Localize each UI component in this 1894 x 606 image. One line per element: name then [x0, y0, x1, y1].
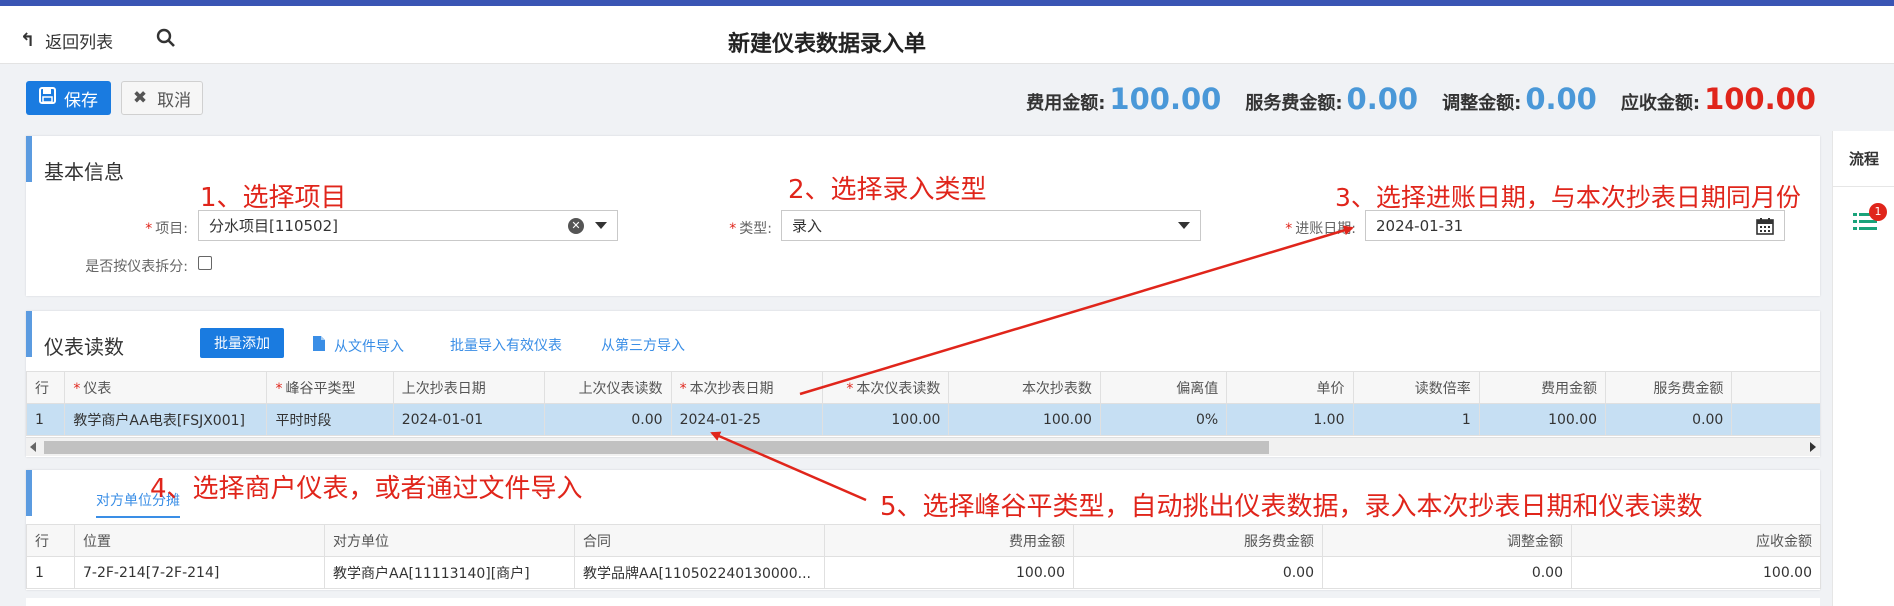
batch-import-valid-meters-link[interactable]: 批量导入有效仪表	[450, 335, 562, 355]
close-icon: ✖	[132, 88, 148, 108]
total-adjustment: 调整金额: 0.00	[1442, 82, 1597, 116]
notification-badge: 1	[1869, 203, 1887, 221]
allocation-table: 行 位置 对方单位 合同 费用金额 服务费金额 调整金额 应收金额 1 7-2F…	[26, 524, 1821, 589]
col-contract: 合同	[574, 524, 825, 557]
annotation-5: 5、选择峰谷平类型，自动挑出仪表数据，录入本次抄表日期和仪表读数	[880, 492, 1703, 522]
table-row[interactable]: 1 7-2F-214[7-2F-214] 教学商户AA[11113140][商户…	[26, 556, 1821, 589]
scrollbar-thumb[interactable]	[44, 441, 1269, 454]
posting-date-input[interactable]: 2024-01-31	[1365, 210, 1785, 241]
allocation-table-header: 行 位置 对方单位 合同 费用金额 服务费金额 调整金额 应收金额	[26, 524, 1821, 557]
right-sidebar: 流程 1	[1832, 131, 1894, 606]
annotation-4: 4、选择商户仪表，或者通过文件导入	[150, 474, 583, 504]
panel-accent-bar	[26, 136, 32, 182]
import-from-file-link[interactable]: 从文件导入	[312, 335, 404, 356]
project-select[interactable]: 分水项目[110502] ✕	[198, 210, 618, 241]
col-service-fee: 服务费金额	[1073, 524, 1323, 557]
meter-readings-title: 仪表读数	[44, 335, 124, 359]
import-third-party-link[interactable]: 从第三方导入	[601, 335, 685, 355]
col-service-fee: 服务费金额	[1605, 371, 1733, 404]
col-fee-amount: 费用金额	[1478, 371, 1607, 404]
cancel-label: 取消	[157, 90, 192, 111]
total-fee: 费用金额: 100.00	[1026, 82, 1222, 116]
panel-accent-bar	[26, 470, 32, 516]
file-icon	[312, 335, 326, 356]
col-current-reading: * 本次仪表读数	[822, 371, 950, 404]
chevron-down-icon[interactable]	[595, 222, 607, 229]
save-button[interactable]: 保存	[26, 81, 111, 115]
split-by-meter-label: 是否按仪表拆分:	[85, 259, 188, 275]
scroll-right-icon[interactable]	[1810, 442, 1816, 452]
split-by-meter-checkbox[interactable]	[198, 256, 212, 270]
calendar-icon[interactable]	[1756, 217, 1774, 239]
top-bar: ↰ 返回列表 新建仪表数据录入单	[0, 6, 1894, 64]
annotation-1: 1、选择项目	[200, 183, 347, 213]
meter-table-header: 行 * 仪表 * 峰谷平类型 上次抄表日期 上次仪表读数 * 本次抄表日期 * 本次仪表…	[26, 371, 1820, 404]
save-icon	[39, 87, 56, 109]
annotation-2: 2、选择录入类型	[788, 175, 987, 205]
save-label: 保存	[64, 90, 98, 111]
col-counterparty: 对方单位	[324, 524, 575, 557]
meter-table: 行 * 仪表 * 峰谷平类型 上次抄表日期 上次仪表读数 * 本次抄表日期 * 本次仪表…	[26, 371, 1820, 436]
col-last-read-date: 上次抄表日期	[392, 371, 546, 404]
meter-table-viewport: 行 * 仪表 * 峰谷平类型 上次抄表日期 上次仪表读数 * 本次抄表日期 * 本次仪表…	[26, 371, 1820, 437]
total-receivable: 应收金额: 100.00	[1620, 82, 1816, 116]
col-fee-amount: 费用金额	[824, 524, 1074, 557]
table-row[interactable]: 1 教学商户AA电表[FSJX001] 平时时段 2024-01-01 0.00…	[26, 403, 1820, 436]
panel-accent-bar	[26, 311, 32, 357]
col-peak-type: * 峰谷平类型	[266, 371, 394, 404]
col-multiplier: 读数倍率	[1352, 371, 1480, 404]
page-title: 新建仪表数据录入单	[727, 32, 926, 57]
col-row: 行	[26, 524, 75, 557]
col-adjustment: 调整金额	[1322, 524, 1572, 557]
posting-date-label: * 进账日期:	[1285, 221, 1356, 237]
clear-icon[interactable]: ✕	[568, 218, 584, 234]
col-deviation: 偏离值	[1099, 371, 1228, 404]
basic-info-title: 基本信息	[44, 160, 124, 184]
type-label: * 类型:	[729, 221, 772, 237]
horizontal-scrollbar[interactable]	[26, 437, 1820, 456]
col-last-reading: 上次仪表读数	[544, 371, 672, 404]
col-meter: * 仪表	[64, 371, 268, 404]
batch-add-button[interactable]: 批量添加	[200, 328, 284, 358]
col-location: 位置	[74, 524, 325, 557]
col-receivable: 应收金额	[1571, 524, 1821, 557]
total-service-fee: 服务费金额: 0.00	[1245, 82, 1419, 116]
col-current-read-date: * 本次抄表日期	[670, 371, 824, 404]
col-unit-price: 单价	[1226, 371, 1354, 404]
col-row: 行	[26, 371, 66, 404]
col-current-usage: 本次抄表数	[948, 371, 1101, 404]
cancel-button[interactable]: ✖ 取消	[121, 81, 203, 115]
flow-tab[interactable]: 流程	[1833, 131, 1894, 187]
totals-summary: 费用金额: 100.00 服务费金额: 0.00 调整金额: 0.00 应收金额: 10…	[1026, 82, 1816, 116]
col-discount: 折	[1731, 371, 1820, 404]
next-panel-edge	[26, 598, 1820, 606]
type-select[interactable]: 录入	[781, 210, 1201, 241]
project-label: * 项目:	[145, 221, 188, 237]
scroll-left-icon[interactable]	[30, 442, 36, 452]
chevron-down-icon[interactable]	[1178, 222, 1190, 229]
annotation-3: 3、选择进账日期，与本次抄表日期同月份	[1335, 183, 1801, 212]
